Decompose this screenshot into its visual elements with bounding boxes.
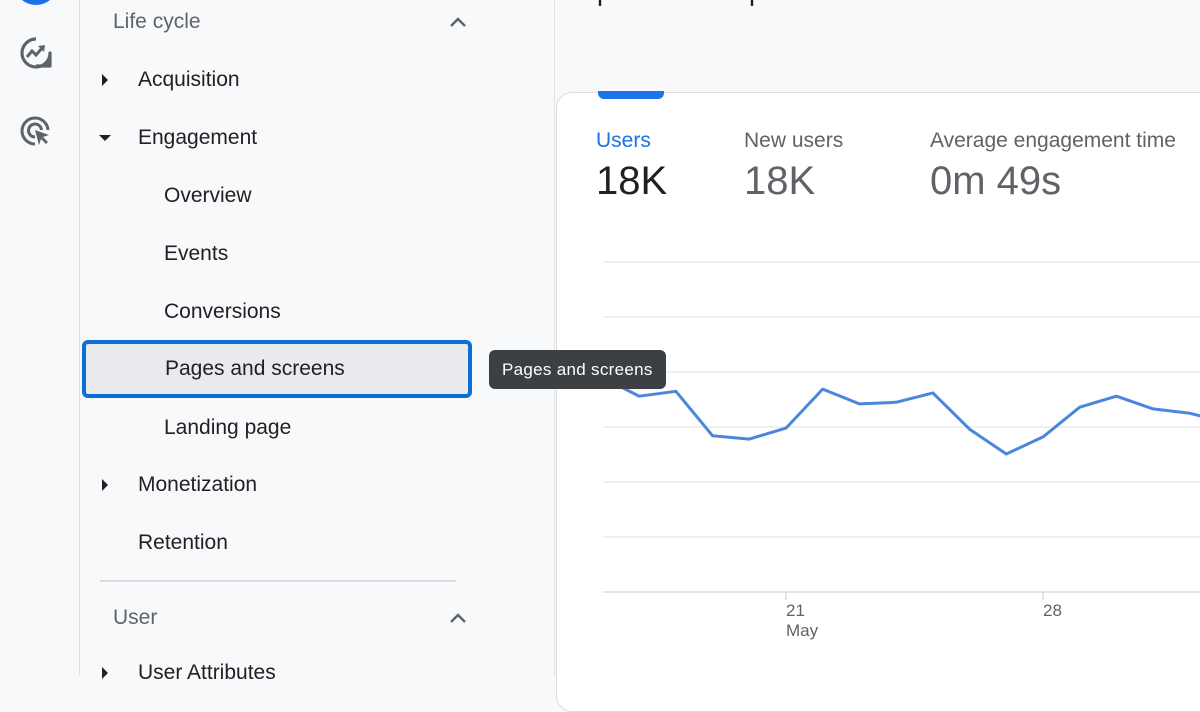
- nav-item-landing-page[interactable]: Landing page: [81, 403, 473, 453]
- section-user[interactable]: User: [113, 596, 468, 640]
- metric-avg-engagement-time[interactable]: Average engagement time 0m 49s: [930, 129, 1176, 204]
- nav-item-overview[interactable]: Overview: [81, 171, 473, 221]
- nav-item-user-attributes[interactable]: User Attributes: [81, 648, 473, 698]
- metric-value: 18K: [744, 159, 816, 203]
- nav-item-label: Landing page: [164, 416, 292, 439]
- reports-insights-icon[interactable]: [18, 35, 54, 71]
- section-divider: [100, 580, 456, 582]
- nav-item-conversions[interactable]: Conversions: [81, 287, 473, 337]
- tooltip: Pages and screens: [489, 350, 666, 389]
- metric-label: New users: [744, 129, 844, 152]
- caret-down-icon: [99, 132, 111, 144]
- nav-item-retention[interactable]: Retention: [81, 518, 473, 568]
- nav-item-events[interactable]: Events: [81, 229, 473, 279]
- nav-item-label: Overview: [164, 184, 252, 207]
- nav-item-label: Conversions: [164, 300, 281, 323]
- section-label: User: [113, 606, 158, 629]
- metric-new-users[interactable]: New users 18K: [744, 129, 843, 204]
- tooltip-text: Pages and screens: [502, 359, 653, 379]
- page-title-cutoff: [596, 0, 896, 6]
- chevron-up-icon[interactable]: [448, 608, 468, 628]
- icon-rail: [0, 0, 80, 675]
- nav-item-label: Retention: [138, 531, 228, 554]
- nav-item-label: Acquisition: [138, 68, 240, 91]
- caret-right-icon: [99, 74, 111, 86]
- caret-right-icon: [99, 667, 111, 679]
- metric-label: Users: [596, 129, 651, 152]
- reports-navigation: Life cycle Acquisition Engagement Overvi…: [81, 0, 555, 684]
- active-tab-indicator: [598, 91, 664, 99]
- advertising-target-icon[interactable]: [18, 113, 54, 149]
- caret-right-icon: [99, 479, 111, 491]
- nav-item-label: Monetization: [138, 473, 258, 496]
- account-avatar[interactable]: [16, 0, 56, 5]
- nav-item-label: Events: [164, 242, 229, 265]
- nav-item-acquisition[interactable]: Acquisition: [81, 55, 473, 105]
- nav-item-label: User Attributes: [138, 661, 276, 684]
- nav-item-monetization[interactable]: Monetization: [81, 460, 473, 510]
- nav-item-pages-and-screens[interactable]: Pages and screens: [82, 340, 472, 398]
- overview-card: Users 18K New users 18K Average engageme…: [556, 91, 1200, 712]
- metric-value: 0m 49s: [930, 159, 1062, 203]
- nav-item-engagement[interactable]: Engagement: [81, 113, 473, 163]
- metric-value: 18K: [596, 159, 668, 203]
- nav-item-label: Engagement: [138, 126, 258, 149]
- metric-label: Average engagement time: [930, 129, 1176, 152]
- section-label: Life cycle: [113, 10, 201, 33]
- section-life-cycle[interactable]: Life cycle: [113, 0, 468, 44]
- metric-users[interactable]: Users 18K: [596, 129, 667, 204]
- chevron-up-icon[interactable]: [448, 12, 468, 32]
- nav-item-label: Pages and screens: [165, 357, 345, 380]
